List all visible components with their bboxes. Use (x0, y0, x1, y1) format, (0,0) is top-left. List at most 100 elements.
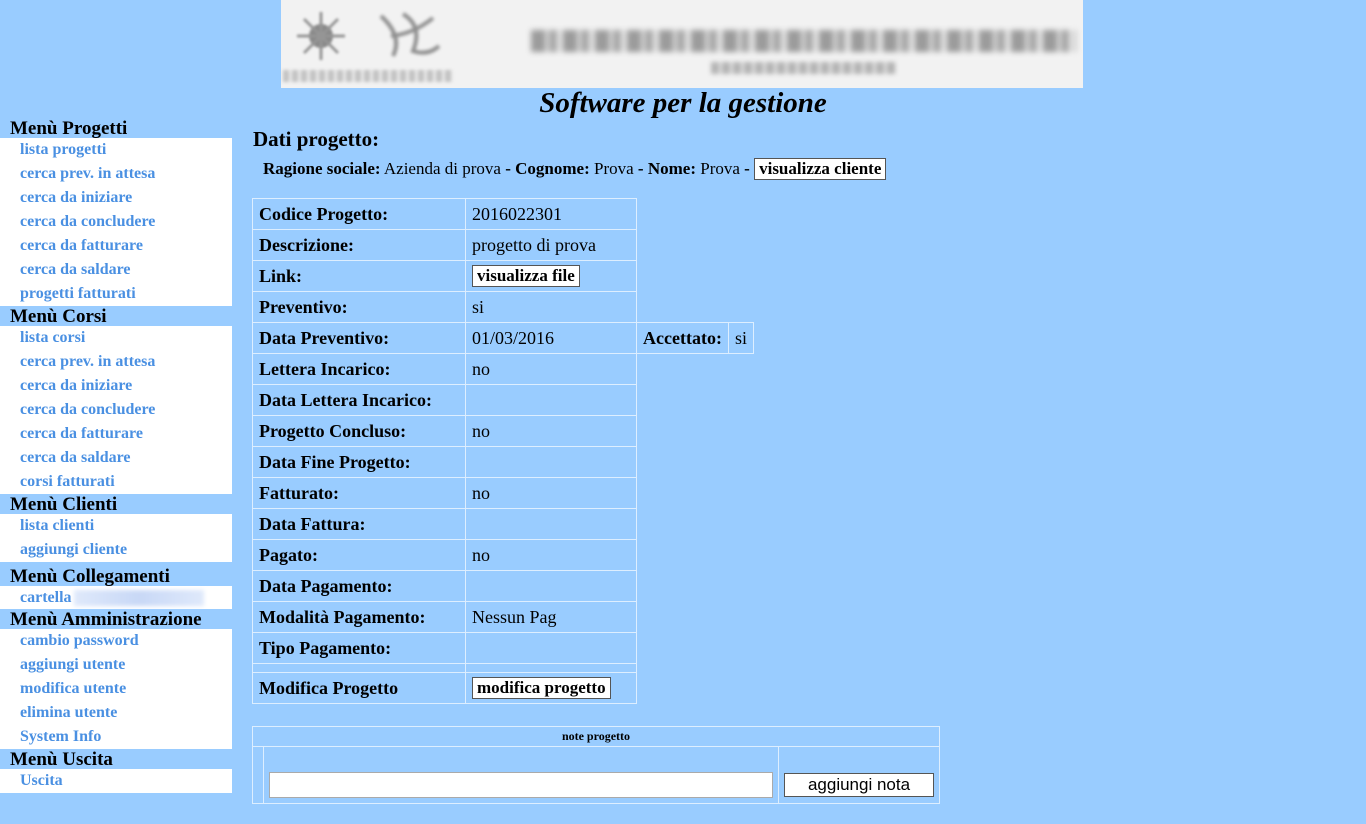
separator: - (637, 159, 644, 178)
menu-corsi-list: lista corsi cerca prev. in attesa cerca … (0, 326, 232, 494)
table-row: Fatturato: no (252, 477, 754, 509)
row-label: Fatturato: (252, 477, 466, 509)
menu-item-progetti-fatturati[interactable]: progetti fatturati (0, 282, 232, 306)
menu-item-progetti-da-concludere[interactable]: cerca da concludere (0, 210, 232, 234)
ragione-sociale-value: Azienda di prova (383, 159, 501, 178)
ragione-sociale-label: Ragione sociale: (263, 159, 381, 178)
menu-item-corsi-da-fatturare[interactable]: cerca da fatturare (0, 422, 232, 446)
table-row: Data Preventivo: 01/03/2016 Accettato: s… (252, 322, 754, 354)
row-value (465, 632, 637, 664)
menu-collegamenti-list: cartella (0, 586, 232, 609)
menu-item-aggiungi-utente[interactable]: aggiungi utente (0, 653, 232, 677)
row-label: Progetto Concluso: (252, 415, 466, 447)
menu-progetti-title: Menù Progetti (10, 118, 128, 139)
menu-item-lista-corsi[interactable]: lista corsi (0, 326, 232, 350)
accettato-value: si (727, 322, 754, 354)
blurred-link-text (73, 590, 204, 607)
header-banner-image (281, 0, 1083, 88)
table-row: Data Lettera Incarico: (252, 384, 754, 416)
table-row: Modalità Pagamento: Nessun Pag (252, 601, 754, 633)
menu-clienti-title: Menù Clienti (10, 494, 118, 515)
table-row: Modifica Progetto modifica progetto (252, 672, 754, 704)
row-value: no (465, 477, 637, 509)
banner-caption-blurred (283, 70, 453, 82)
row-label: Descrizione: (252, 229, 466, 261)
row-value: progetto di prova (465, 229, 637, 261)
row-label: Data Pagamento: (252, 570, 466, 602)
menu-item-system-info[interactable]: System Info (0, 725, 232, 749)
menu-item-corsi-da-saldare[interactable]: cerca da saldare (0, 446, 232, 470)
modifica-progetto-label: Modifica Progetto (252, 672, 466, 704)
table-row: Data Fattura: (252, 508, 754, 540)
row-value (465, 446, 637, 478)
menu-corsi-title: Menù Corsi (10, 306, 107, 327)
row-label: Tipo Pagamento: (252, 632, 466, 664)
menu-item-progetti-da-saldare[interactable]: cerca da saldare (0, 258, 232, 282)
table-row: Link: visualizza file (252, 260, 754, 292)
row-value: modifica progetto (465, 672, 637, 704)
menu-collegamenti-title: Menù Collegamenti (10, 566, 170, 587)
visualizza-file-button[interactable]: visualizza file (472, 265, 580, 287)
menu-amministrazione-title: Menù Amministrazione (10, 609, 202, 630)
menu-item-lista-progetti[interactable]: lista progetti (0, 138, 232, 162)
menu-item-cambio-password[interactable]: cambio password (0, 629, 232, 653)
table-row: Data Fine Progetto: (252, 446, 754, 478)
row-label: Data Lettera Incarico: (252, 384, 466, 416)
row-label: Lettera Incarico: (252, 353, 466, 385)
menu-item-uscita[interactable]: Uscita (0, 769, 232, 793)
menu-item-progetti-da-iniziare[interactable]: cerca da iniziare (0, 186, 232, 210)
menu-item-lista-clienti[interactable]: lista clienti (0, 514, 232, 538)
row-value: visualizza file (465, 260, 637, 292)
table-row: Pagato: no (252, 539, 754, 571)
row-label: Data Preventivo: (252, 322, 466, 354)
row-label: Preventivo: (252, 291, 466, 323)
menu-item-corsi-fatturati[interactable]: corsi fatturati (0, 470, 232, 494)
table-row: Codice Progetto: 2016022301 (252, 198, 754, 230)
menu-item-corsi-da-iniziare[interactable]: cerca da iniziare (0, 374, 232, 398)
menu-item-aggiungi-cliente[interactable]: aggiungi cliente (0, 538, 232, 562)
note-input[interactable] (269, 772, 773, 798)
row-label: Pagato: (252, 539, 466, 571)
client-info: Ragione sociale: Azienda di prova - Cogn… (263, 158, 887, 180)
row-value (465, 508, 637, 540)
row-label: Link: (252, 260, 466, 292)
menu-item-progetti-prev-attesa[interactable]: cerca prev. in attesa (0, 162, 232, 186)
menu-uscita-list: Uscita (0, 769, 232, 793)
row-label: Data Fattura: (252, 508, 466, 540)
row-label: Modalità Pagamento: (252, 601, 466, 633)
nome-value: Prova (700, 159, 740, 178)
menu-clienti-list: lista clienti aggiungi cliente (0, 514, 232, 562)
visualizza-cliente-button[interactable]: visualizza cliente (754, 158, 887, 180)
menu-item-corsi-prev-attesa[interactable]: cerca prev. in attesa (0, 350, 232, 374)
project-notes-panel: note progetto aggiungi nota (252, 726, 940, 804)
row-value: 01/03/2016 (465, 322, 637, 354)
accettato-label: Accettato: (636, 322, 729, 354)
row-value: si (465, 291, 637, 323)
app-title: Software per la gestione (539, 87, 827, 119)
sidebar: Menù Progetti lista progetti cerca prev.… (0, 118, 232, 793)
menu-item-cartella[interactable]: cartella (0, 586, 232, 609)
table-row: Progetto Concluso: no (252, 415, 754, 447)
menu-item-progetti-da-fatturare[interactable]: cerca da fatturare (0, 234, 232, 258)
emblem-icon (297, 12, 345, 60)
row-value: Nessun Pag (465, 601, 637, 633)
table-row: Descrizione: progetto di prova (252, 229, 754, 261)
separator: - (505, 159, 511, 178)
menu-item-corsi-da-concludere[interactable]: cerca da concludere (0, 398, 232, 422)
notes-header: note progetto (253, 727, 939, 747)
row-value: no (465, 415, 637, 447)
banner-subtitle-blurred (711, 62, 896, 74)
table-row: Tipo Pagamento: (252, 632, 754, 664)
table-row: Preventivo: si (252, 291, 754, 323)
menu-item-modifica-utente[interactable]: modifica utente (0, 677, 232, 701)
menu-item-elimina-utente[interactable]: elimina utente (0, 701, 232, 725)
aggiungi-nota-button[interactable]: aggiungi nota (784, 773, 934, 797)
row-label: Codice Progetto: (252, 198, 466, 230)
row-value: no (465, 353, 637, 385)
table-row: Data Pagamento: (252, 570, 754, 602)
cognome-label: Cognome: (515, 159, 590, 178)
nome-label: Nome: (647, 159, 696, 178)
modifica-progetto-button[interactable]: modifica progetto (472, 677, 611, 699)
row-value: 2016022301 (465, 198, 637, 230)
menu-amministrazione-list: cambio password aggiungi utente modifica… (0, 629, 232, 749)
